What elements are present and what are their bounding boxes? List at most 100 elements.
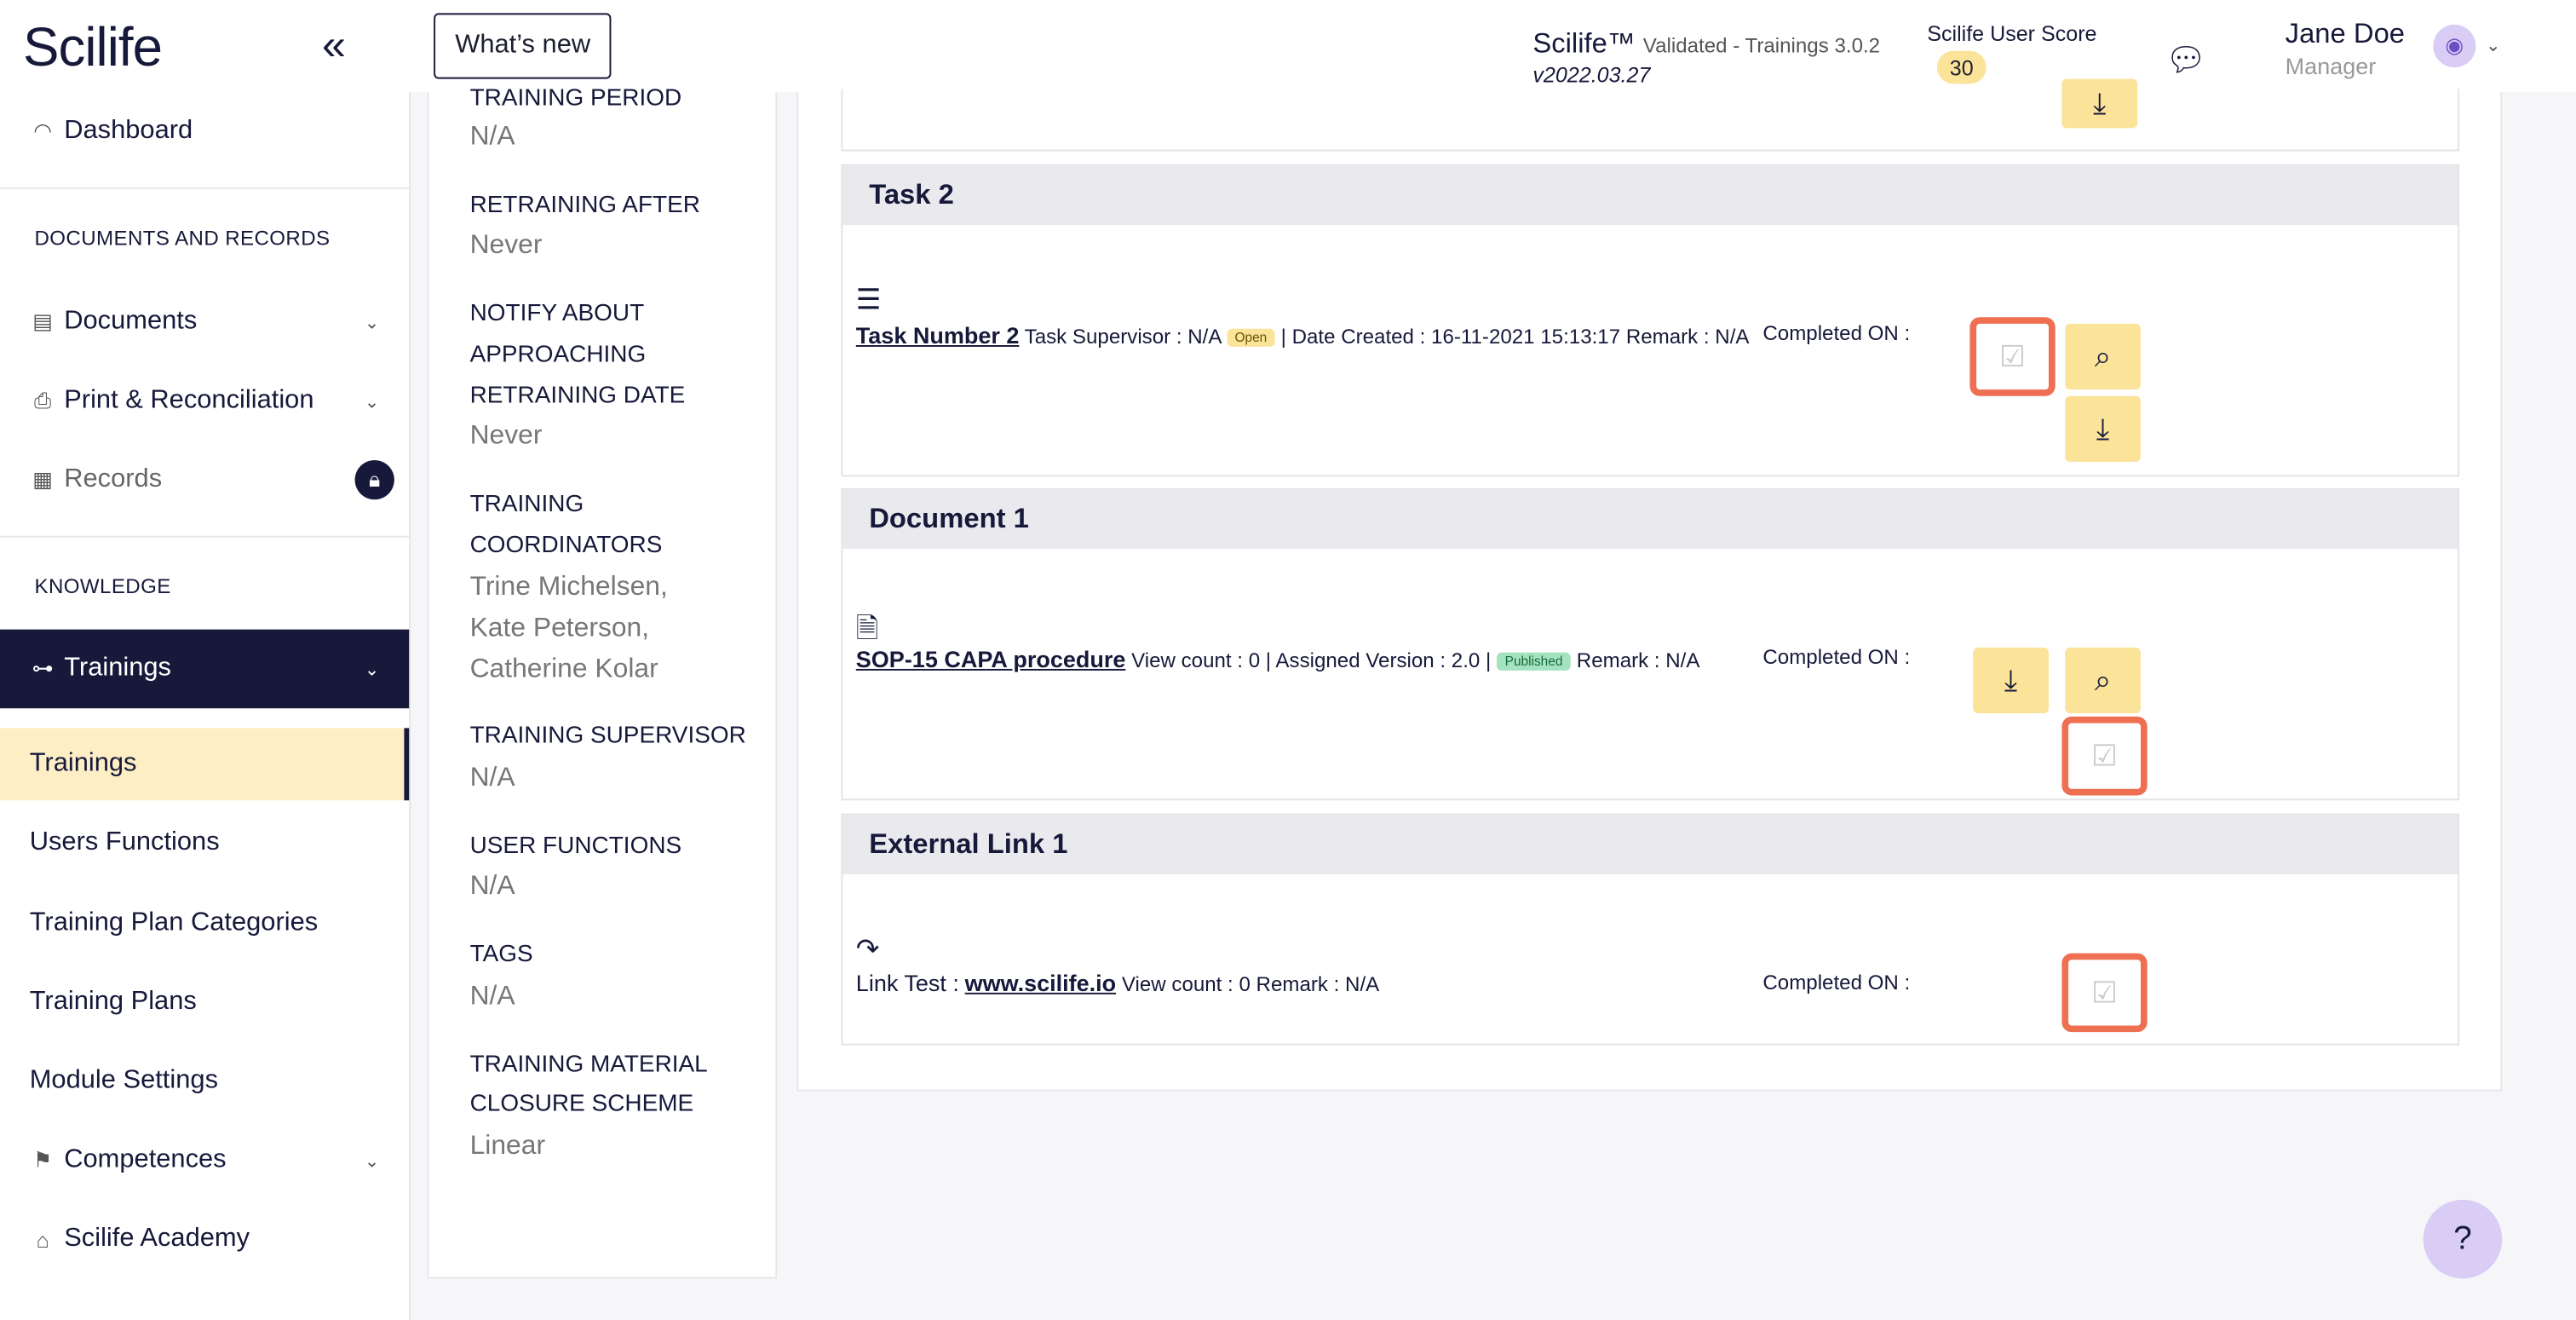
sidebar-subitem-training-plans[interactable]: Training Plans (0, 966, 409, 1039)
tags-label: TAGS (469, 942, 533, 968)
document-link[interactable]: SOP-15 CAPA procedure (856, 646, 1126, 672)
help-icon: ? (2453, 1219, 2472, 1257)
chevron-down-icon: ⌄ (364, 1150, 380, 1172)
sidebar-item-trainings[interactable]: ⊶ Trainings ⌄ (0, 629, 410, 709)
supervisor-value: N/A (469, 762, 515, 793)
sidebar-item-label: Competences (64, 1145, 227, 1174)
sidebar-item-documents[interactable]: ▤ Documents ⌄ (0, 289, 409, 354)
sidebar-subitem-training-plan-categories[interactable]: Training Plan Categories (0, 887, 409, 960)
sidebar-item-print-reconciliation[interactable]: ⎙ Print & Reconciliation ⌄ (0, 368, 409, 434)
link-meta: View count : 0 Remark : N/A (1121, 972, 1380, 996)
mark-complete-checkbox[interactable]: ☑ (2061, 716, 2148, 796)
sidebar-item-scilife-academy[interactable]: ⌂ Scilife Academy (0, 1207, 409, 1272)
view-button[interactable]: ⌕ (2065, 323, 2141, 390)
coordinators-label: COORDINATORS (469, 532, 663, 559)
closure-scheme-value: Linear (469, 1130, 546, 1161)
app-build: v2022.03.27 (1532, 62, 1651, 88)
speedometer-icon: ◠ (33, 118, 53, 143)
notify-label: NOTIFY ABOUT (469, 300, 645, 327)
download-icon: ⤓ (2004, 663, 2018, 696)
block-title: External Link 1 (842, 815, 2458, 875)
search-icon: ⌕ (2094, 339, 2112, 372)
block-title: Document 1 (842, 489, 2458, 550)
user-score-badge: 30 (1936, 50, 1987, 84)
completed-on-label: Completed ON : (1762, 971, 1911, 994)
help-button[interactable]: ? (2423, 1199, 2503, 1279)
chevron-down-icon: ⌄ (364, 660, 380, 680)
user-score-label: Scilife User Score (1927, 21, 2097, 47)
sidebar-item-competences[interactable]: ⚑ Competences ⌄ (0, 1127, 409, 1193)
dumbbell-icon: ⊶ (32, 655, 54, 681)
task-supervisor: Task Supervisor : N/A (1024, 325, 1222, 349)
sidebar-item-records[interactable]: ▦ Records 🔒︎ (0, 447, 409, 513)
mark-complete-checkbox[interactable]: ☑ (2061, 953, 2148, 1033)
mark-complete-checkbox[interactable]: ☑ (1969, 317, 2056, 396)
view-button[interactable]: ⌕ (2065, 647, 2141, 714)
checkbox-icon: ☑ (2090, 975, 2119, 1009)
records-icon: ▦ (32, 466, 53, 492)
chevron-down-icon: ⌄ (364, 391, 380, 412)
retraining-after-value: Never (469, 230, 543, 260)
avatar[interactable]: ◉ (2433, 24, 2476, 68)
app-name: Scilife™ (1532, 27, 1636, 60)
coordinator-name: Catherine Kolar (469, 654, 658, 684)
share-arrow-icon: ↷ (855, 933, 880, 966)
external-link-block: External Link 1 ↷ Link Test : www.scilif… (841, 813, 2460, 1046)
app-version-title: Scilife™ Validated - Trainings 3.0.2 (1532, 28, 1880, 61)
external-link-row: Link Test : www.scilife.io View count : … (856, 970, 1379, 996)
document-icon: ▤ (32, 308, 53, 334)
sidebar-item-label: Records (64, 464, 163, 493)
sidebar-subitem-trainings[interactable]: Trainings (0, 728, 410, 801)
coordinators-label: TRAINING (469, 491, 584, 518)
sidebar-item-label: Documents (64, 307, 198, 336)
previous-block: ⤓ (841, 78, 2460, 152)
competences-icon: ⚑ (32, 1147, 53, 1173)
sidebar-item-label: Print & Reconciliation (64, 386, 314, 415)
document-remark: Remark : N/A (1576, 648, 1700, 672)
chevron-down-icon[interactable]: ⌄ (2486, 35, 2501, 55)
collapse-sidebar-icon[interactable]: « (322, 23, 346, 66)
checkbox-icon: ☑ (1998, 339, 2027, 372)
divider (0, 187, 410, 189)
task-row: Task Number 2 Task Supervisor : N/A Open… (856, 322, 1750, 349)
tags-value: N/A (469, 981, 515, 1012)
notify-value: Never (469, 420, 543, 451)
status-badge: Published (1497, 653, 1572, 672)
printer-icon: ⎙ (34, 388, 52, 413)
download-button[interactable]: ⤓ (2065, 395, 2141, 462)
closure-scheme-label: CLOSURE SCHEME (469, 1091, 694, 1118)
notify-label: RETRAINING DATE (469, 383, 686, 410)
retraining-after-label: RETRAINING AFTER (469, 192, 700, 219)
sidebar-item-label: Trainings (64, 654, 171, 683)
completed-on-label: Completed ON : (1762, 645, 1911, 669)
sidebar-subitem-users-functions[interactable]: Users Functions (0, 807, 409, 879)
task-meta: | Date Created : 16-11-2021 15:13:17 Rem… (1280, 325, 1750, 349)
whats-new-button[interactable]: What’s new (434, 13, 612, 79)
external-link[interactable]: www.scilife.io (965, 970, 1117, 996)
chevron-down-icon: ⌄ (364, 313, 380, 333)
scilife-logo: Scilife (23, 16, 163, 78)
checkbox-icon: ☑ (2090, 738, 2119, 772)
completed-on-label: Completed ON : (1762, 322, 1911, 346)
coordinator-name: Trine Michelsen, (469, 572, 668, 602)
document-block: Document 1 🗎︎ SOP-15 CAPA procedure View… (841, 487, 2460, 801)
sidebar: Scilife « ◠ Dashboard DOCUMENTS AND RECO… (0, 0, 411, 1320)
document-meta: View count : 0 | Assigned Version : 2.0 … (1131, 648, 1492, 672)
training-period-label: TRAINING PERIOD (469, 85, 682, 112)
task-link[interactable]: Task Number 2 (856, 322, 1020, 349)
training-period-value: N/A (469, 121, 515, 152)
sidebar-subitem-module-settings[interactable]: Module Settings (0, 1046, 409, 1118)
list-icon: ☰ (855, 284, 882, 316)
chat-icon[interactable]: 💬︎ (2165, 39, 2207, 80)
download-button[interactable]: ⤓ (1973, 647, 2049, 714)
lock-icon: 🔒︎ (354, 460, 394, 500)
task-block: Task 2 ☰ Task Number 2 Task Supervisor :… (841, 164, 2460, 477)
download-button[interactable]: ⤓ (2061, 78, 2138, 129)
user-role: Manager (2285, 52, 2377, 79)
sidebar-item-dashboard[interactable]: ◠ Dashboard (0, 99, 409, 164)
user-name[interactable]: Jane Doe (2286, 18, 2405, 51)
section-knowledge: KNOWLEDGE (34, 575, 171, 599)
user-functions-label: USER FUNCTIONS (469, 833, 682, 860)
section-documents-and-records: DOCUMENTS AND RECORDS (34, 227, 331, 251)
document-row: SOP-15 CAPA procedure View count : 0 | A… (856, 646, 1700, 672)
